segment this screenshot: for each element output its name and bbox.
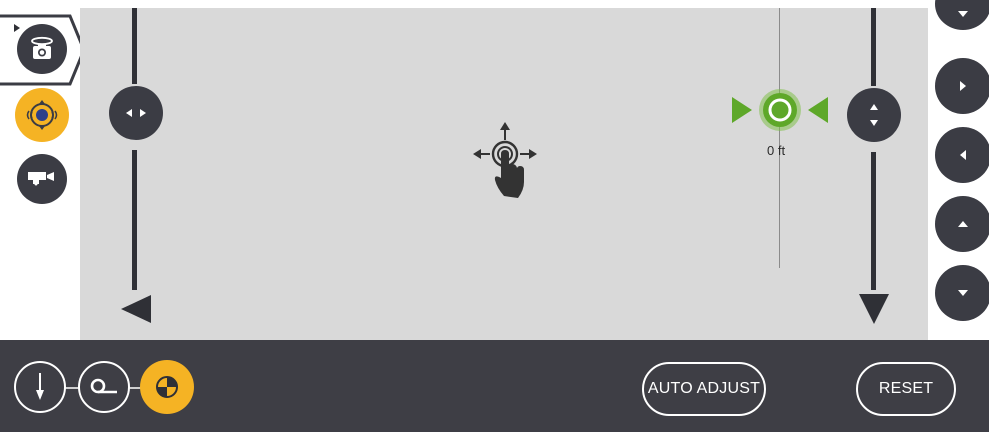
camera-rotate-button[interactable] (17, 24, 67, 74)
tape-measure-icon (90, 378, 117, 394)
tape-mode-button[interactable] (78, 361, 130, 413)
video-camera-icon (28, 172, 54, 186)
vertical-slider-handle[interactable] (847, 88, 901, 142)
nudge-down-button[interactable] (935, 265, 989, 321)
pan-gesture-icon (473, 122, 537, 198)
chevron-left-icon (960, 150, 966, 160)
target-move-button[interactable] (15, 88, 69, 142)
right-rail-top (871, 8, 876, 86)
left-rail-top (132, 8, 137, 84)
target-move-icon (26, 100, 58, 130)
chevron-up-icon (958, 221, 968, 227)
up-down-arrows-icon (870, 104, 878, 126)
triangle-left-icon[interactable] (118, 294, 154, 324)
distance-readout: 0 ft (767, 143, 786, 158)
plumb-bob-icon (36, 373, 44, 400)
left-right-arrows-icon (126, 109, 146, 117)
right-rail-bottom (871, 152, 876, 290)
auto-adjust-button[interactable]: AUTO ADJUST (642, 362, 766, 416)
triangle-down-icon[interactable] (858, 292, 890, 326)
target-mode-button[interactable] (140, 360, 194, 414)
horizontal-slider-handle[interactable] (109, 86, 163, 140)
left-rail-bottom (132, 150, 137, 290)
reference-line (779, 8, 780, 268)
target-crosshair-icon (156, 376, 178, 398)
top-strip (0, 0, 989, 8)
reset-button[interactable]: RESET (856, 362, 956, 416)
chevron-right-icon (960, 81, 966, 91)
chevron-down-icon (958, 290, 968, 296)
nudge-up-button[interactable] (935, 196, 989, 252)
camera-rotate-icon (31, 36, 53, 59)
plumb-mode-button[interactable] (14, 361, 66, 413)
nudge-right-button[interactable] (935, 58, 989, 114)
nudge-left-button[interactable] (935, 127, 989, 183)
video-camera-button[interactable] (17, 154, 67, 204)
target-marker[interactable] (731, 86, 829, 134)
chevron-down-icon (958, 11, 968, 17)
left-sidebar (0, 8, 86, 340)
